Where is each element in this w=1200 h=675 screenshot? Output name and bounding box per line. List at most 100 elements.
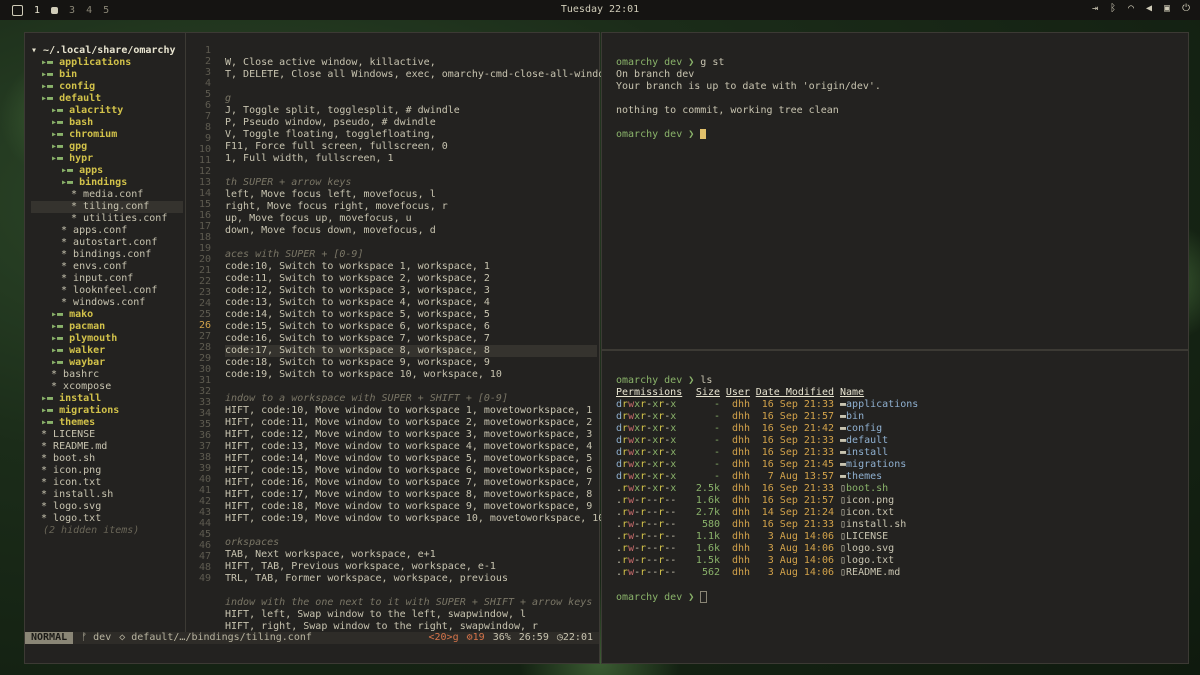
ls-name[interactable]: ▬migrations [840, 459, 906, 471]
editor-window[interactable]: ▾ ~/.local/share/omarchy ▸▬ applications… [24, 32, 610, 664]
tree-file[interactable]: * LICENSE [31, 429, 183, 441]
ls-name[interactable]: ▬bin [840, 411, 864, 423]
code-line[interactable]: T, DELETE, Close all Windows, exec, omar… [225, 69, 610, 81]
tree-folder[interactable]: ▸▬ hypr [31, 153, 183, 165]
tree-folder[interactable]: ▸▬ applications [31, 57, 183, 69]
code-line[interactable]: HIFT, code:11, Move window to workspace … [225, 417, 597, 429]
code-line[interactable]: code:14, Switch to workspace 5, workspac… [225, 309, 597, 321]
ls-name[interactable]: ▬default [840, 435, 888, 447]
tree-folder[interactable]: ▸▬ config [31, 81, 183, 93]
terminal-git-status[interactable]: omarchy dev ❯ g st On branch dev Your bran… [601, 32, 1189, 350]
code-line[interactable]: code:18, Switch to workspace 9, workspac… [225, 357, 597, 369]
code-line[interactable]: HIFT, code:18, Move window to workspace … [225, 501, 597, 513]
code-line[interactable]: indow to a workspace with SUPER + SHIFT … [225, 393, 597, 405]
code-area[interactable]: W, Close active window, killactive, T, DE… [225, 45, 610, 633]
code-line[interactable]: orkspaces [225, 537, 597, 549]
tree-folder[interactable]: ▸▬ plymouth [31, 333, 183, 345]
code-line[interactable]: W, Close active window, killactive, [225, 57, 597, 69]
ls-name[interactable]: ▯icon.png [840, 495, 894, 507]
ls-name[interactable]: ▬install [840, 447, 888, 459]
tree-file[interactable]: * envs.conf [31, 261, 183, 273]
power-icon[interactable]: ⏻ [1182, 3, 1190, 14]
code-line[interactable]: HIFT, code:13, Move window to workspace … [225, 441, 597, 453]
code-line[interactable]: th SUPER + arrow keys [225, 177, 597, 189]
terminal-ls[interactable]: omarchy dev ❯ ls Permissions Size User D… [601, 350, 1189, 664]
code-line[interactable] [225, 381, 597, 393]
code-line[interactable]: HIFT, code:15, Move window to workspace … [225, 465, 597, 477]
tree-folder[interactable]: ▸▬ walker [31, 345, 183, 357]
tree-file[interactable]: * utilities.conf [31, 213, 183, 225]
code-line[interactable] [225, 81, 597, 93]
code-line[interactable]: down, Move focus down, movefocus, d [225, 225, 597, 237]
tree-file[interactable]: * xcompose [31, 381, 183, 393]
cpu-icon[interactable]: ▣ [1164, 3, 1170, 14]
code-line[interactable]: 1, Full width, fullscreen, 1 [225, 153, 597, 165]
ls-name[interactable]: ▯icon.txt [840, 507, 894, 519]
tree-file[interactable]: * logo.txt [31, 513, 183, 525]
tree-folder[interactable]: ▸▬ chromium [31, 129, 183, 141]
code-line[interactable]: HIFT, code:17, Move window to workspace … [225, 489, 597, 501]
code-line[interactable]: code:19, Switch to workspace 10, workspa… [225, 369, 597, 381]
code-line[interactable]: indow with the one next to it with SUPER… [225, 597, 597, 609]
tree-folder[interactable]: ▸▬ waybar [31, 357, 183, 369]
tree-folder[interactable]: ▸▬ default [31, 93, 183, 105]
code-line[interactable] [225, 525, 597, 537]
code-line[interactable]: J, Toggle split, togglesplit, # dwindle [225, 105, 597, 117]
tree-folder[interactable]: ▸▬ apps [31, 165, 183, 177]
code-line[interactable]: HIFT, code:12, Move window to workspace … [225, 429, 597, 441]
ls-name[interactable]: ▯README.md [840, 567, 900, 579]
code-line[interactable]: g [225, 93, 597, 105]
ls-name[interactable]: ▯logo.svg [840, 543, 894, 555]
code-line[interactable]: HIFT, code:14, Move window to workspace … [225, 453, 597, 465]
code-line[interactable]: HIFT, left, Swap window to the left, swa… [225, 609, 597, 621]
tree-file[interactable]: * windows.conf [31, 297, 183, 309]
code-line[interactable]: P, Pseudo window, pseudo, # dwindle [225, 117, 597, 129]
tree-folder[interactable]: ▸▬ alacritty [31, 105, 183, 117]
code-line[interactable]: left, Move focus left, movefocus, l [225, 189, 597, 201]
tree-file[interactable]: * icon.png [31, 465, 183, 477]
tree-file[interactable]: * README.md [31, 441, 183, 453]
tree-folder[interactable]: ▸▬ bindings [31, 177, 183, 189]
tree-file[interactable]: * tiling.conf [31, 201, 183, 213]
terminal-cursor[interactable] [700, 129, 707, 139]
code-line[interactable] [225, 585, 597, 597]
code-line[interactable]: HIFT, code:19, Move window to workspace … [225, 513, 604, 525]
code-line[interactable]: aces with SUPER + [0-9] [225, 249, 597, 261]
tree-file[interactable]: * media.conf [31, 189, 183, 201]
tree-folder[interactable]: ▸▬ install [31, 393, 183, 405]
tree-file[interactable]: * looknfeel.conf [31, 285, 183, 297]
code-line[interactable]: code:17, Switch to workspace 8, workspac… [225, 345, 597, 357]
tree-file[interactable]: * boot.sh [31, 453, 183, 465]
tree-file[interactable]: * install.sh [31, 489, 183, 501]
tree-folder[interactable]: ▸▬ bin [31, 69, 183, 81]
terminal-cursor[interactable] [700, 591, 708, 603]
tree-folder[interactable]: ▸▬ migrations [31, 405, 183, 417]
code-line[interactable]: code:11, Switch to workspace 2, workspac… [225, 273, 597, 285]
tree-file[interactable]: * bindings.conf [31, 249, 183, 261]
code-line[interactable]: up, Move focus up, movefocus, u [225, 213, 597, 225]
code-line[interactable]: code:13, Switch to workspace 4, workspac… [225, 297, 597, 309]
code-line[interactable] [225, 237, 597, 249]
wifi-icon[interactable]: ◠ [1128, 3, 1134, 14]
code-line[interactable]: code:15, Switch to workspace 6, workspac… [225, 321, 597, 333]
code-line[interactable]: F11, Force full screen, fullscreen, 0 [225, 141, 597, 153]
tree-file[interactable]: * apps.conf [31, 225, 183, 237]
code-line[interactable]: code:10, Switch to workspace 1, workspac… [225, 261, 597, 273]
tree-file[interactable]: * autostart.conf [31, 237, 183, 249]
code-line[interactable]: HIFT, code:10, Move window to workspace … [225, 405, 597, 417]
tree-folder[interactable]: ▸▬ mako [31, 309, 183, 321]
code-line[interactable] [225, 165, 597, 177]
ls-name[interactable]: ▯logo.txt [840, 555, 894, 567]
tree-file[interactable]: * bashrc [31, 369, 183, 381]
code-line[interactable]: TRL, TAB, Former workspace, workspace, p… [225, 573, 597, 585]
tree-file[interactable]: * icon.txt [31, 477, 183, 489]
code-line[interactable] [225, 45, 597, 57]
tree-root[interactable]: ▾ ~/.local/share/omarchy [31, 45, 183, 57]
code-line[interactable]: TAB, Next workspace, workspace, e+1 [225, 549, 597, 561]
code-line[interactable]: code:12, Switch to workspace 3, workspac… [225, 285, 597, 297]
ls-name[interactable]: ▯boot.sh [840, 483, 888, 495]
ls-name[interactable]: ▯install.sh [840, 519, 906, 531]
code-line[interactable]: V, Toggle floating, togglefloating, [225, 129, 597, 141]
tree-folder[interactable]: ▸▬ themes [31, 417, 183, 429]
tree-folder[interactable]: ▸▬ gpg [31, 141, 183, 153]
